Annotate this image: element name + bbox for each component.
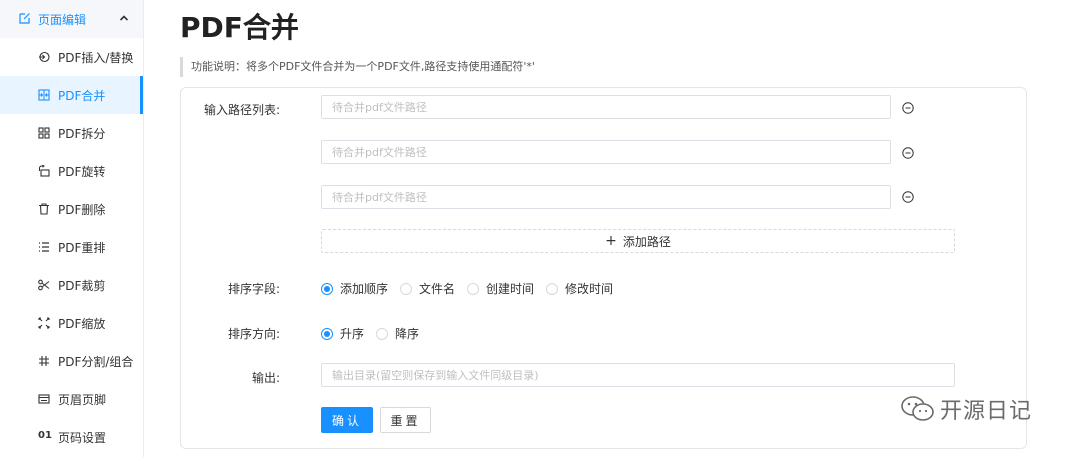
list-icon xyxy=(39,242,49,252)
confirm-button[interactable]: 确认 xyxy=(321,407,373,433)
radio-unchecked-icon xyxy=(467,282,480,295)
sidebar-item-label: PDF删除 xyxy=(58,203,106,217)
sort-direction-option-desc[interactable]: 降序 xyxy=(376,325,419,342)
edit-icon xyxy=(19,13,30,24)
sidebar-item-insert-replace[interactable]: PDF插入/替换 xyxy=(0,38,143,76)
path-list-label: 输入路径列表: xyxy=(203,103,280,117)
sidebar-item-header-footer[interactable]: 页眉页脚 xyxy=(0,380,143,418)
page-title: PDF合并 xyxy=(180,11,299,44)
sort-field-option-filename[interactable]: 文件名 xyxy=(400,280,455,297)
add-path-label: 添加路径 xyxy=(622,234,671,249)
trash-icon xyxy=(39,203,49,215)
remove-path-1-icon[interactable] xyxy=(902,102,914,114)
sidebar-item-label: PDF旋转 xyxy=(58,165,106,179)
sidebar-item-label: 页眉页脚 xyxy=(58,393,107,407)
sidebar-item-label: PDF合并 xyxy=(58,89,106,103)
sidebar-item-page-number[interactable]: 01 页码设置 xyxy=(0,418,143,456)
sort-direction-option-asc[interactable]: 升序 xyxy=(321,325,364,342)
sidebar-item-crop[interactable]: PDF裁剪 xyxy=(0,266,143,304)
add-path-button[interactable]: + 添加路径 xyxy=(321,229,955,253)
sidebar-item-merge[interactable]: PDF合并 xyxy=(0,76,143,114)
sidebar-item-split-combine[interactable]: PDF分割/组合 xyxy=(0,342,143,380)
sidebar-item-rotate[interactable]: PDF旋转 xyxy=(0,152,143,190)
merge-icon xyxy=(38,89,50,101)
watermark-text: 开源日记 xyxy=(940,399,1033,424)
reset-button[interactable]: 重置 xyxy=(380,407,431,433)
sidebar-item-label: PDF缩放 xyxy=(58,317,106,331)
function-description: 功能说明：将多个PDF文件合并为一个PDF文件,路径支持使用通配符'*' xyxy=(180,57,535,77)
sidebar-item-label: PDF裁剪 xyxy=(58,279,106,293)
sort-field-option-add-order[interactable]: 添加顺序 xyxy=(321,280,388,297)
sort-field-radio-group: 添加顺序 文件名 创建时间 修改时间 xyxy=(321,280,625,297)
sidebar-item-label: PDF重排 xyxy=(58,241,106,255)
insert-replace-icon xyxy=(39,51,50,63)
radio-label: 创建时间 xyxy=(486,282,535,296)
page-number-icon: 01 xyxy=(38,430,52,441)
scissors-icon xyxy=(38,279,50,291)
path-input-1[interactable] xyxy=(321,95,891,119)
radio-label: 添加顺序 xyxy=(340,282,389,296)
sort-field-option-created[interactable]: 创建时间 xyxy=(467,280,534,297)
scale-icon xyxy=(38,317,50,329)
grid-icon xyxy=(39,356,49,366)
output-label: 输出: xyxy=(251,371,280,385)
sidebar-group-page-edit[interactable]: 页面编辑 xyxy=(0,0,143,38)
radio-unchecked-icon xyxy=(400,282,413,295)
sidebar-item-split[interactable]: PDF拆分 xyxy=(0,114,143,152)
sort-direction-radio-group: 升序 降序 xyxy=(321,325,431,342)
sidebar-item-label: PDF分割/组合 xyxy=(58,355,134,369)
radio-unchecked-icon xyxy=(376,327,389,340)
remove-path-2-icon[interactable] xyxy=(902,147,914,159)
watermark: 开源日记 xyxy=(900,393,1032,425)
radio-checked-icon xyxy=(321,282,333,295)
sidebar-item-scale[interactable]: PDF缩放 xyxy=(0,304,143,342)
path-input-2[interactable] xyxy=(321,140,891,164)
sidebar-item-reorder[interactable]: PDF重排 xyxy=(0,228,143,266)
radio-label: 升序 xyxy=(340,327,365,341)
plus-icon: + xyxy=(605,233,617,249)
sidebar-item-label: PDF插入/替换 xyxy=(58,51,134,65)
sort-field-option-modified[interactable]: 修改时间 xyxy=(546,280,613,297)
path-input-3[interactable] xyxy=(321,185,891,209)
sidebar-group-label: 页面编辑 xyxy=(38,13,87,27)
wechat-icon xyxy=(901,396,934,421)
sidebar-item-label: PDF拆分 xyxy=(58,127,106,141)
rotate-icon xyxy=(39,165,50,177)
sort-direction-label: 排序方向: xyxy=(227,327,280,341)
radio-unchecked-icon xyxy=(546,282,559,295)
output-dir-input[interactable] xyxy=(321,363,955,387)
sidebar-item-delete[interactable]: PDF删除 xyxy=(0,190,143,228)
sort-field-label: 排序字段: xyxy=(227,282,280,296)
remove-path-3-icon[interactable] xyxy=(902,191,914,203)
sidebar: 页面编辑 PDF插入/替换 PDF合并 PDF拆分 PDF旋转 PDF删除 PD… xyxy=(0,0,144,457)
split-icon xyxy=(38,127,50,139)
radio-label: 文件名 xyxy=(419,282,456,296)
sidebar-item-label: 页码设置 xyxy=(58,431,107,445)
radio-label: 修改时间 xyxy=(565,282,614,296)
radio-label: 降序 xyxy=(395,327,420,341)
radio-checked-icon xyxy=(321,327,333,340)
chevron-up-icon[interactable] xyxy=(119,13,129,23)
header-footer-icon xyxy=(38,394,50,404)
